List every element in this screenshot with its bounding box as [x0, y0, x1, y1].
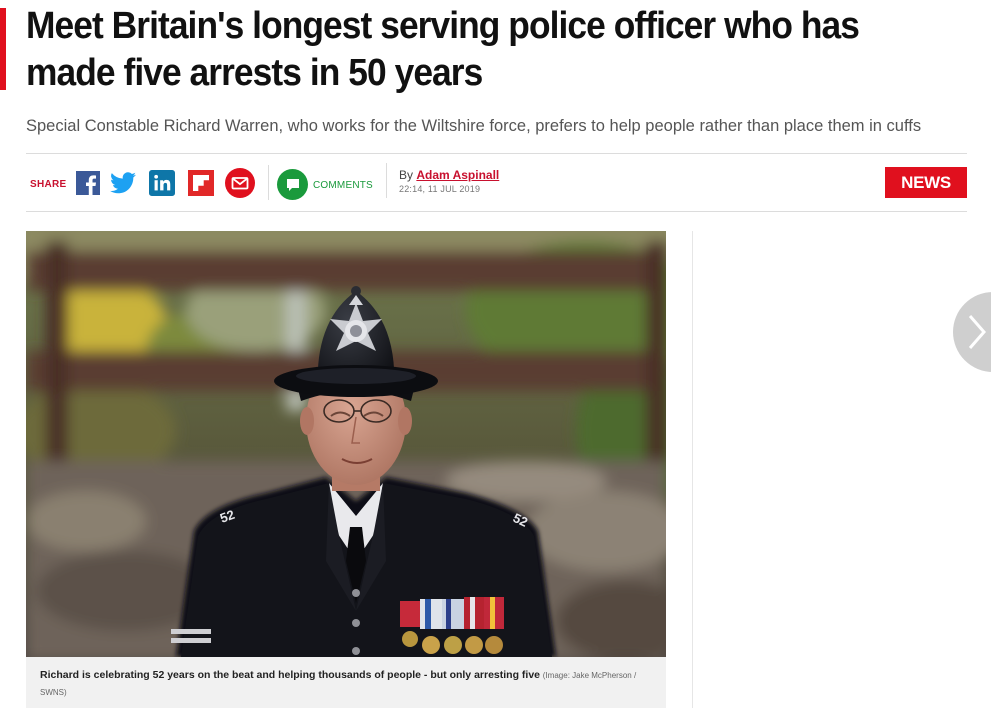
caption-text: Richard is celebrating 52 years on the b…	[40, 669, 541, 681]
headline-accent-bar	[0, 8, 6, 90]
share-bar-bottom-divider	[26, 211, 967, 212]
author-link[interactable]: Adam Aspinall	[416, 168, 499, 182]
email-icon[interactable]	[225, 168, 255, 198]
share-label: SHARE	[30, 179, 67, 190]
publish-timestamp: 22:14, 11 JUL 2019	[399, 184, 481, 194]
article-standfirst: Special Constable Richard Warren, who wo…	[26, 117, 922, 135]
sidebar-divider	[692, 231, 693, 708]
next-article-button[interactable]	[953, 292, 991, 372]
comments-icon[interactable]	[277, 169, 308, 200]
byline-prefix: By	[399, 168, 414, 182]
image-caption: Richard is celebrating 52 years on the b…	[26, 657, 666, 708]
section-badge-news[interactable]: NEWS	[885, 167, 967, 198]
byline-divider	[386, 163, 387, 198]
article-headline: Meet Britain's longest serving police of…	[26, 5, 860, 94]
flipboard-icon[interactable]	[188, 170, 214, 196]
share-bar-top-divider	[26, 153, 967, 154]
linkedin-icon[interactable]	[149, 170, 175, 196]
comments-link[interactable]: COMMENTS	[313, 180, 373, 191]
twitter-icon[interactable]	[110, 170, 136, 196]
facebook-icon[interactable]	[75, 170, 101, 196]
chevron-right-icon	[968, 315, 986, 349]
hero-image[interactable]: 52 52	[26, 231, 666, 657]
byline: By Adam Aspinall	[399, 168, 499, 182]
share-divider	[268, 165, 269, 200]
